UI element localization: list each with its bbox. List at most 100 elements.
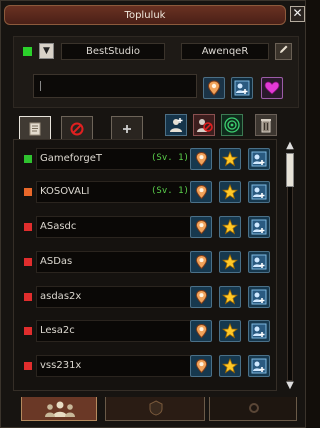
add-member-button[interactable] [248, 286, 270, 308]
plus-icon [123, 124, 131, 133]
member-name: GameforgeT [40, 153, 102, 164]
community-name-field: BestStudio [61, 43, 165, 60]
list-item[interactable]: GameforgeT (Sv. 1) [18, 145, 272, 173]
member-name: KOSOVALI [40, 186, 90, 197]
locate-member-button[interactable] [190, 286, 212, 308]
edit-button[interactable] [275, 43, 292, 60]
list-item[interactable]: vss231x [18, 352, 272, 380]
friends-group-icon [45, 401, 75, 417]
locate-member-button[interactable] [190, 320, 212, 342]
add-member-button[interactable] [248, 216, 270, 238]
add-member-button[interactable] [248, 181, 270, 203]
scroll-track[interactable] [287, 153, 293, 381]
add-friend-icon [251, 184, 267, 200]
gear-icon [249, 403, 259, 413]
group-button[interactable] [165, 114, 187, 136]
member-level: (Sv. 1) [151, 153, 189, 163]
favorite-member-button[interactable] [219, 216, 241, 238]
title-bar[interactable]: Topluluk [4, 5, 286, 25]
locate-button[interactable] [203, 77, 225, 99]
favorite-member-button[interactable] [219, 181, 241, 203]
close-button[interactable]: ✕ [290, 6, 305, 22]
blocked-icon [70, 122, 84, 135]
tab-blocked[interactable] [61, 116, 93, 140]
list-item[interactable]: KOSOVALI (Sv. 1) [18, 178, 272, 206]
favorite-member-button[interactable] [219, 320, 241, 342]
scroll-up-arrow[interactable]: ▲ [284, 140, 296, 152]
member-scrollbar[interactable]: ▲ ▼ [283, 138, 297, 394]
trash-icon [261, 119, 271, 133]
member-name: ASasdc [40, 221, 77, 232]
add-member-button[interactable] [248, 320, 270, 342]
map-pin-icon [195, 152, 207, 167]
scroll-down-arrow[interactable]: ▼ [284, 380, 296, 392]
radar-button[interactable] [221, 114, 243, 136]
online-status-indicator [24, 258, 32, 266]
add-member-button[interactable] [248, 251, 270, 273]
pencil-icon [280, 45, 288, 53]
list-item[interactable]: ASasdc [18, 213, 272, 241]
delete-button[interactable] [255, 114, 277, 136]
add-friend-icon [251, 323, 267, 339]
add-friend-icon [251, 219, 267, 235]
bottom-tab-settings[interactable] [209, 397, 297, 421]
map-pin-icon [195, 359, 207, 374]
add-member-button[interactable] [248, 355, 270, 377]
locate-member-button[interactable] [190, 181, 212, 203]
leader-name-field: AwenqeR [181, 43, 269, 60]
radar-icon [224, 117, 240, 133]
star-icon [222, 151, 238, 167]
add-friend-icon [251, 358, 267, 374]
favorite-member-button[interactable] [219, 286, 241, 308]
list-item[interactable]: ASDas [18, 248, 272, 276]
community-window: Topluluk ✕ ▼ BestStudio AwenqeR Gameforg… [0, 0, 306, 428]
locate-member-button[interactable] [190, 355, 212, 377]
heart-icon [264, 81, 280, 95]
message-input[interactable] [33, 74, 197, 98]
bottom-tab-guild[interactable] [105, 397, 205, 421]
scroll-thumb[interactable] [286, 153, 294, 187]
group-icon [170, 118, 183, 132]
locate-member-button[interactable] [190, 216, 212, 238]
map-pin-icon [195, 185, 207, 200]
online-status-indicator [24, 327, 32, 335]
blocked-user-icon [197, 119, 213, 132]
locate-member-button[interactable] [190, 251, 212, 273]
favorite-member-button[interactable] [219, 251, 241, 273]
window-title: Topluluk [124, 9, 166, 21]
map-pin-icon [195, 324, 207, 339]
document-icon [29, 122, 41, 135]
tab-members[interactable] [19, 116, 51, 140]
map-pin-icon [195, 255, 207, 270]
map-pin-icon [195, 290, 207, 305]
star-icon [222, 254, 238, 270]
online-status-indicator [24, 293, 32, 301]
status-indicator [23, 47, 32, 56]
add-friend-icon [251, 254, 267, 270]
favorite-member-button[interactable] [219, 355, 241, 377]
add-member-button[interactable] [231, 77, 253, 99]
star-icon [222, 289, 238, 305]
online-status-indicator [24, 362, 32, 370]
add-friend-icon [234, 80, 250, 96]
add-member-button[interactable] [248, 148, 270, 170]
member-name: asdas2x [40, 291, 82, 302]
block-user-button[interactable] [193, 114, 215, 136]
locate-member-button[interactable] [190, 148, 212, 170]
add-friend-icon [251, 289, 267, 305]
map-pin-icon [195, 220, 207, 235]
map-pin-icon [207, 80, 221, 96]
list-item[interactable]: Lesa2c [18, 317, 272, 345]
star-icon [222, 219, 238, 235]
status-dropdown-button[interactable]: ▼ [39, 43, 54, 59]
star-icon [222, 184, 238, 200]
tab-add[interactable] [111, 116, 143, 140]
list-item[interactable]: asdas2x [18, 283, 272, 311]
star-icon [222, 358, 238, 374]
online-status-indicator [24, 223, 32, 231]
emblem-icon [149, 400, 163, 416]
favorite-member-button[interactable] [219, 148, 241, 170]
favorite-button[interactable] [261, 77, 283, 99]
bottom-tab-friends[interactable] [21, 397, 97, 421]
member-name: ASDas [40, 256, 73, 267]
